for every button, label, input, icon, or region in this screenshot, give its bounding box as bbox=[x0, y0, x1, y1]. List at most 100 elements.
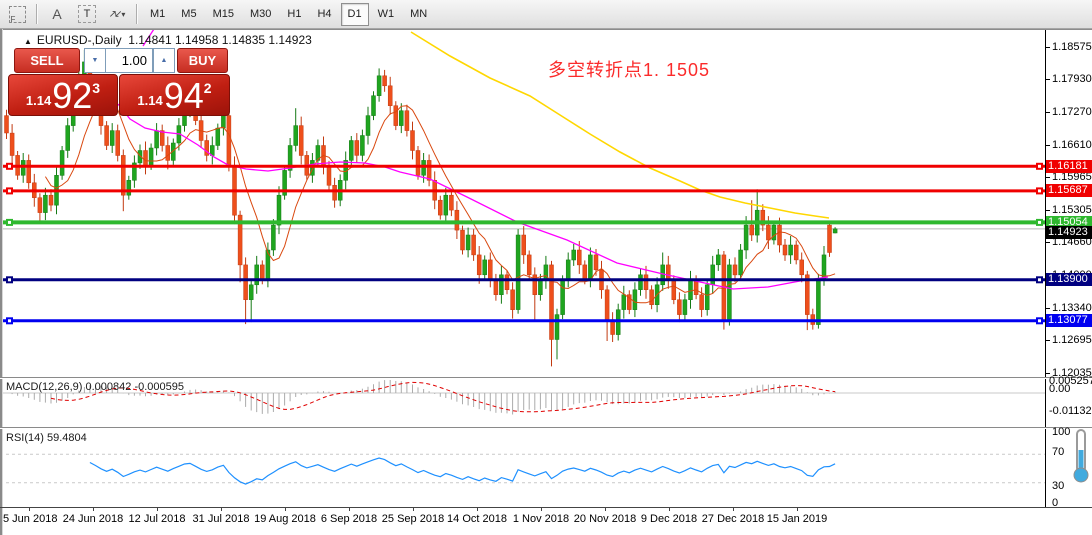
axis-tick bbox=[1046, 210, 1050, 211]
date-tick bbox=[477, 507, 478, 511]
timeframe-button-m30[interactable]: M30 bbox=[243, 3, 278, 26]
rsi-panel-canvas[interactable] bbox=[0, 429, 1045, 507]
date-tick bbox=[285, 507, 286, 511]
symbol-title: EURUSD-,Daily bbox=[37, 33, 122, 47]
date-tick bbox=[413, 507, 414, 511]
toolbar-separator bbox=[36, 4, 38, 24]
axis-tick bbox=[1046, 340, 1050, 341]
timeframe-buttons: M1M5M15M30H1H4D1W1MN bbox=[142, 3, 435, 26]
macd-label: MACD(12,26,9) 0.000842 -0.000595 bbox=[6, 381, 184, 393]
date-tick bbox=[797, 507, 798, 511]
marquee-tool-icon[interactable]: F bbox=[3, 2, 31, 26]
ohlc-readout: 1.14841 1.14958 1.14835 1.14923 bbox=[128, 33, 312, 47]
axis-tick bbox=[1046, 79, 1050, 80]
toolbar-separator bbox=[136, 4, 138, 24]
rsi-label: RSI(14) 59.4804 bbox=[6, 432, 87, 444]
rsi-axis-label: 30 bbox=[1052, 481, 1064, 492]
timeframe-button-h1[interactable]: H1 bbox=[280, 3, 308, 26]
price-axis-line bbox=[1045, 30, 1046, 507]
date-tick bbox=[605, 507, 606, 511]
date-tick bbox=[157, 507, 158, 511]
date-axis-line bbox=[0, 507, 1092, 508]
toolbar: F A T ↗↙ ▾ M1M5M15M30H1H4D1W1MN bbox=[0, 0, 1092, 29]
date-label: 12 Jul 2018 bbox=[129, 513, 186, 525]
axis-tick bbox=[1046, 308, 1050, 309]
date-tick bbox=[349, 507, 350, 511]
price-tick-label: 1.17270 bbox=[1052, 106, 1092, 118]
thermometer-icon bbox=[1073, 428, 1089, 486]
timeframe-button-m1[interactable]: M1 bbox=[143, 3, 172, 26]
panel-splitter-rsi[interactable] bbox=[0, 427, 1092, 429]
date-label: 5 Jun 2018 bbox=[3, 513, 57, 525]
chart-header: ▲ EURUSD-,Daily 1.14841 1.14958 1.14835 1… bbox=[24, 33, 312, 47]
timeframe-button-m15[interactable]: M15 bbox=[206, 3, 241, 26]
date-tick bbox=[733, 507, 734, 511]
buy-price-prefix: 1.14 bbox=[137, 93, 162, 108]
window-left-border bbox=[0, 29, 3, 535]
date-label: 24 Jun 2018 bbox=[63, 513, 124, 525]
ma-mid-line bbox=[118, 104, 828, 289]
axis-tick bbox=[1046, 242, 1050, 243]
sell-price-main: 92 bbox=[52, 79, 92, 112]
sell-button[interactable]: SELL bbox=[14, 48, 80, 73]
date-label: 20 Nov 2018 bbox=[574, 513, 636, 525]
volume-increase-button[interactable]: ▲ bbox=[153, 48, 175, 73]
date-label: 27 Dec 2018 bbox=[702, 513, 764, 525]
axis-tick bbox=[1046, 177, 1050, 178]
price-badge: 1.16181 bbox=[1046, 160, 1092, 173]
buy-button[interactable]: BUY bbox=[177, 48, 228, 73]
text-label-tool-icon[interactable]: T bbox=[73, 2, 101, 26]
rsi-axis-label: 100 bbox=[1052, 427, 1070, 438]
macd-value-signal: -0.000595 bbox=[134, 381, 184, 393]
timeframe-button-d1[interactable]: D1 bbox=[341, 3, 369, 26]
price-tick-label: 1.18575 bbox=[1052, 41, 1092, 53]
timeframe-button-mn[interactable]: MN bbox=[403, 3, 434, 26]
date-label: 19 Aug 2018 bbox=[254, 513, 316, 525]
sell-price-pip: 3 bbox=[92, 80, 100, 96]
price-tick-label: 1.13340 bbox=[1052, 302, 1092, 314]
timeframe-button-m5[interactable]: M5 bbox=[174, 3, 203, 26]
chart-annotation-text: 多空转折点1. 1505 bbox=[548, 56, 710, 82]
macd-axis-label: 0.00 bbox=[1049, 384, 1070, 395]
date-label: 25 Sep 2018 bbox=[382, 513, 444, 525]
buy-price-pip: 2 bbox=[204, 80, 212, 96]
volume-input[interactable] bbox=[105, 48, 153, 73]
sell-price-prefix: 1.14 bbox=[26, 93, 51, 108]
buy-price-main: 94 bbox=[164, 79, 204, 112]
macd-axis-label: -0.011328 bbox=[1049, 406, 1092, 417]
symbol-collapse-icon[interactable]: ▲ bbox=[24, 37, 32, 46]
cursor-arrows-tool-icon[interactable]: ↗↙ ▾ bbox=[103, 2, 131, 26]
axis-tick bbox=[1046, 373, 1050, 374]
timeframe-button-h4[interactable]: H4 bbox=[310, 3, 338, 26]
rsi-value: 59.4804 bbox=[47, 432, 87, 444]
buy-price-box[interactable]: 1.14942 bbox=[119, 74, 230, 116]
timeframe-button-w1[interactable]: W1 bbox=[371, 3, 402, 26]
date-tick bbox=[541, 507, 542, 511]
axis-tick bbox=[1046, 112, 1050, 113]
date-label: 6 Sep 2018 bbox=[321, 513, 377, 525]
chart-area: ▲ EURUSD-,Daily 1.14841 1.14958 1.14835 1… bbox=[0, 29, 1092, 535]
price-badge: 1.15687 bbox=[1046, 184, 1092, 197]
rsi-line bbox=[90, 458, 835, 484]
date-label: 15 Jan 2019 bbox=[767, 513, 828, 525]
chevron-down-icon[interactable]: ▾ bbox=[121, 10, 125, 19]
price-tick-label: 1.16610 bbox=[1052, 139, 1092, 151]
sell-price-box[interactable]: 1.14923 bbox=[8, 74, 118, 116]
font-tool-icon[interactable]: A bbox=[43, 2, 71, 26]
panel-splitter-macd[interactable] bbox=[0, 377, 1092, 379]
date-tick bbox=[29, 507, 30, 511]
axis-tick bbox=[1046, 47, 1050, 48]
price-tick-label: 1.12695 bbox=[1052, 334, 1092, 346]
rsi-axis-label: 70 bbox=[1052, 447, 1064, 458]
date-label: 9 Dec 2018 bbox=[641, 513, 697, 525]
date-label: 31 Jul 2018 bbox=[193, 513, 250, 525]
volume-decrease-button[interactable]: ▼ bbox=[84, 48, 106, 73]
trading-terminal-window: F A T ↗↙ ▾ M1M5M15M30H1H4D1W1MN ▲ EURUSD-… bbox=[0, 0, 1092, 535]
date-tick bbox=[93, 507, 94, 511]
date-tick bbox=[669, 507, 670, 511]
price-tick-label: 1.17930 bbox=[1052, 73, 1092, 85]
axis-tick bbox=[1046, 145, 1050, 146]
price-badge: 1.13077 bbox=[1046, 314, 1092, 327]
price-badge: 1.14923 bbox=[1046, 226, 1092, 239]
price-tick-label: 1.15305 bbox=[1052, 204, 1092, 216]
